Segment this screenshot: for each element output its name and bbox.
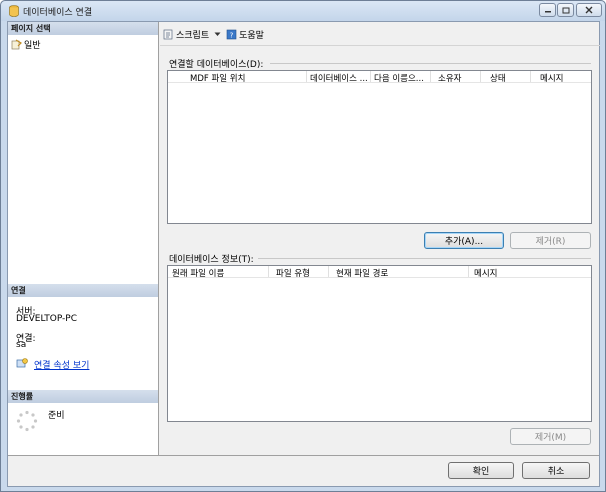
- remove-attach-button[interactable]: 제거(R): [510, 232, 591, 249]
- connection-properties-icon: [16, 358, 28, 368]
- group-divider: [270, 63, 591, 64]
- toolbar: 스크립트 ? 도움말: [163, 26, 269, 42]
- window-title: 데이터베이스 연결: [23, 8, 93, 18]
- help-button[interactable]: ? 도움말: [226, 28, 264, 41]
- ok-button[interactable]: 확인: [448, 462, 514, 479]
- details-grid[interactable]: 원래 파일 이름 파일 유형 현재 파일 경로 메시지: [167, 265, 592, 422]
- left-pane: 페이지 선택 일반 연결 서버: DEVELTOP-PC 연결: sa 연결 속…: [8, 22, 159, 455]
- databases-to-attach-label: 연결할 데이터베이스(D):: [169, 60, 264, 70]
- title-bar[interactable]: 데이터베이스 연결: [1, 1, 605, 21]
- column-divider[interactable]: [328, 266, 329, 277]
- group-divider: [258, 258, 591, 259]
- remove-details-button[interactable]: 제거(M): [510, 428, 591, 445]
- dialog-client-area: 페이지 선택 일반 연결 서버: DEVELTOP-PC 연결: sa 연결 속…: [7, 21, 600, 487]
- col-database-name[interactable]: 데이터베이스 ...: [310, 72, 368, 84]
- column-divider[interactable]: [530, 71, 531, 82]
- maximize-icon: [562, 7, 569, 13]
- help-label: 도움말: [239, 30, 264, 41]
- col-status[interactable]: 상태: [490, 72, 506, 84]
- toolbar-divider: [160, 45, 600, 46]
- column-divider[interactable]: [480, 71, 481, 82]
- minimize-button[interactable]: [539, 3, 556, 17]
- server-value: DEVELTOP-PC: [16, 314, 78, 324]
- chevron-down-icon: [214, 32, 221, 36]
- add-button[interactable]: 추가(A)...: [424, 232, 504, 249]
- view-connection-properties-link[interactable]: 연결 속성 보기: [34, 358, 89, 371]
- page-item-general[interactable]: 일반: [11, 38, 41, 51]
- col-original-file-name[interactable]: 원래 파일 이름: [172, 267, 224, 279]
- col-mdf-location[interactable]: MDF 파일 위치: [190, 72, 245, 84]
- progress-spinner-icon: [16, 410, 38, 432]
- attach-database-window: 데이터베이스 연결 페이지 선택 일반 연결 서버: DEVELTOP-PC 연…: [0, 0, 606, 492]
- close-icon: [585, 6, 593, 14]
- column-divider[interactable]: [306, 71, 307, 82]
- script-label: 스크립트: [176, 30, 210, 41]
- connection-header: 연결: [8, 284, 158, 297]
- attach-grid[interactable]: MDF 파일 위치 데이터베이스 ... 다음 이름으... 소유자 상태 메시…: [167, 70, 592, 224]
- svg-text:?: ?: [230, 31, 234, 39]
- col-attach-as[interactable]: 다음 이름으...: [374, 72, 424, 84]
- column-divider[interactable]: [430, 71, 431, 82]
- attach-grid-header: MDF 파일 위치 데이터베이스 ... 다음 이름으... 소유자 상태 메시…: [168, 71, 591, 84]
- col-file-type[interactable]: 파일 유형: [276, 267, 310, 279]
- help-icon: ?: [226, 29, 237, 39]
- database-icon: [9, 5, 19, 17]
- col-message[interactable]: 메시지: [474, 267, 497, 279]
- general-page-icon: [11, 38, 22, 49]
- column-divider[interactable]: [468, 266, 469, 277]
- connection-value: sa: [16, 340, 27, 350]
- minimize-icon: [544, 11, 551, 13]
- close-button[interactable]: [576, 3, 602, 17]
- progress-status: 준비: [48, 411, 65, 421]
- script-icon: [163, 29, 173, 39]
- footer-divider: [8, 455, 599, 456]
- database-details-label: 데이터베이스 정보(T):: [169, 255, 254, 265]
- cancel-button[interactable]: 취소: [522, 462, 590, 479]
- maximize-button[interactable]: [557, 3, 574, 17]
- column-divider[interactable]: [268, 266, 269, 277]
- col-message[interactable]: 메시지: [540, 72, 563, 84]
- script-button[interactable]: 스크립트: [163, 28, 221, 41]
- col-current-file-path[interactable]: 현재 파일 경로: [336, 267, 388, 279]
- select-page-header: 페이지 선택: [8, 22, 158, 35]
- page-item-label: 일반: [24, 40, 41, 51]
- column-divider[interactable]: [370, 71, 371, 82]
- progress-header: 진행률: [8, 390, 158, 403]
- col-owner[interactable]: 소유자: [438, 72, 461, 84]
- details-grid-header: 원래 파일 이름 파일 유형 현재 파일 경로 메시지: [168, 266, 591, 279]
